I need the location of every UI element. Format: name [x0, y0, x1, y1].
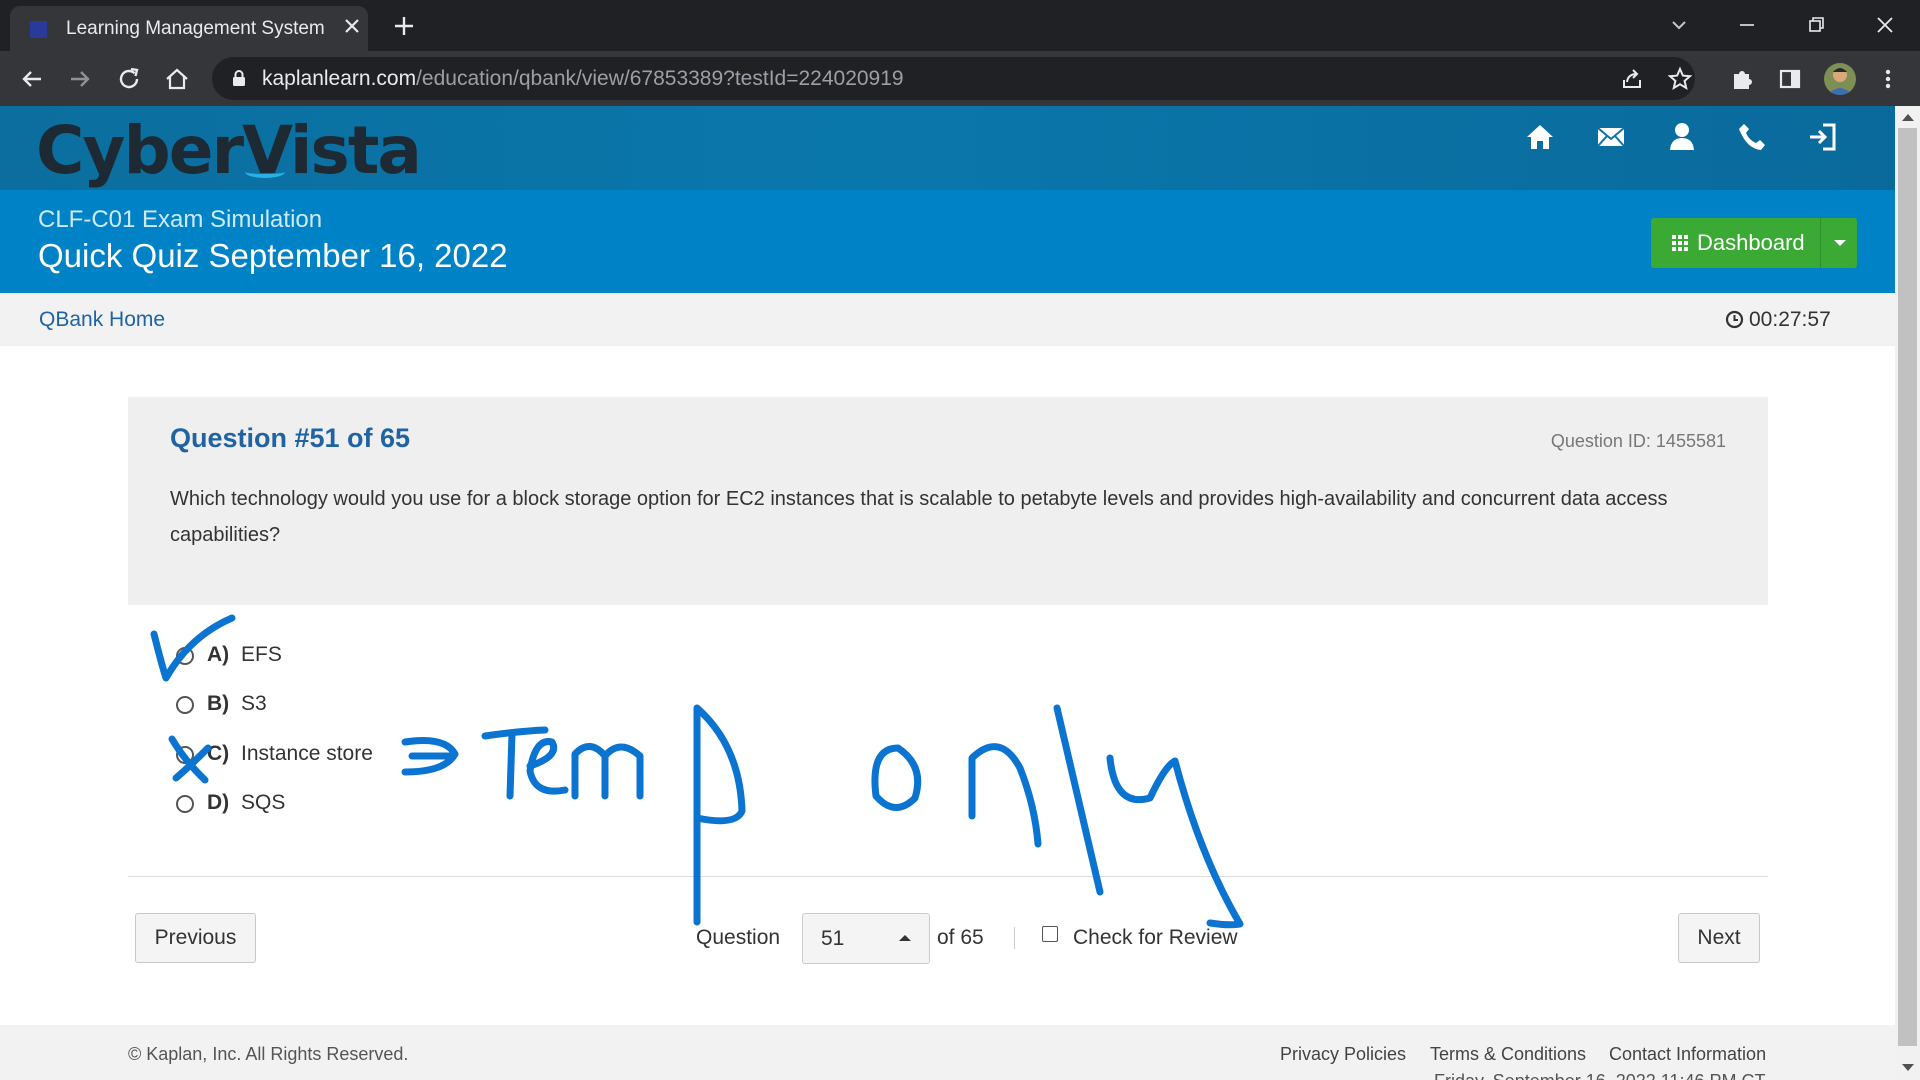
- footer-date: Friday, September 16, 2022 11:46 PM CT: [1434, 1071, 1766, 1080]
- review-checkbox[interactable]: [1042, 926, 1058, 942]
- mail-icon[interactable]: [1594, 120, 1628, 154]
- extensions-puzzle-icon[interactable]: [1727, 64, 1757, 94]
- letter-l-stroke: [1053, 704, 1104, 896]
- arrow-stroke: [401, 737, 459, 776]
- answer-letter: D): [207, 791, 230, 814]
- grid-icon: [1672, 235, 1688, 251]
- logo-swoosh-icon: [245, 166, 285, 178]
- section-divider: [128, 876, 1768, 877]
- letter-t-stroke: [481, 726, 549, 800]
- forward-arrow-icon[interactable]: [65, 64, 95, 94]
- copyright-text: © Kaplan, Inc. All Rights Reserved.: [128, 1044, 409, 1064]
- tab-title: Learning Management System: [66, 18, 325, 39]
- radio-button[interactable]: [176, 746, 194, 764]
- user-icon[interactable]: [1665, 120, 1699, 154]
- radio-button[interactable]: [176, 647, 194, 665]
- letter-e-stroke: [526, 738, 569, 795]
- tab-search-icon[interactable]: [1662, 8, 1696, 42]
- home-browser-icon[interactable]: [162, 64, 192, 94]
- clock-icon: [1725, 310, 1744, 329]
- profile-avatar[interactable]: [1824, 63, 1856, 95]
- reload-icon[interactable]: [114, 64, 144, 94]
- lock-icon[interactable]: [229, 68, 249, 88]
- site-favicon-icon: [30, 21, 47, 38]
- answer-letter: A): [207, 643, 230, 666]
- url-path: /education/qbank/view/67853389?testId=22…: [416, 67, 904, 90]
- caret-up-icon: [899, 935, 911, 941]
- answer-text: EFS: [241, 643, 282, 666]
- new-tab-icon[interactable]: [390, 12, 418, 40]
- privacy-policies-link[interactable]: Privacy Policies: [1280, 1044, 1406, 1065]
- home-icon[interactable]: [1523, 120, 1557, 154]
- qbank-home-link[interactable]: QBank Home: [39, 308, 165, 332]
- terms-conditions-link[interactable]: Terms & Conditions: [1430, 1044, 1586, 1065]
- answer-letter: B): [207, 692, 230, 715]
- breadcrumb: QBank Home 00:27:57: [0, 293, 1895, 346]
- browser-tab[interactable]: Learning Management System: [10, 6, 368, 51]
- letter-m-stroke: [571, 743, 644, 800]
- review-label[interactable]: Check for Review: [1073, 926, 1238, 950]
- url-host: kaplanlearn.com: [262, 67, 417, 90]
- nav-separator: [1014, 927, 1015, 949]
- close-window-icon[interactable]: [1868, 8, 1902, 42]
- question-panel: Question #51 of 65 Question ID: 1455581 …: [128, 397, 1768, 605]
- letter-o-stroke: [871, 744, 922, 811]
- question-total: of 65: [937, 926, 984, 949]
- letter-y-stroke: [1106, 754, 1244, 929]
- question-nav-label: Question: [696, 926, 781, 949]
- scroll-down-arrow-icon[interactable]: [1902, 1064, 1914, 1071]
- question-select[interactable]: 51: [802, 913, 930, 964]
- browser-menu-icon[interactable]: [1873, 64, 1903, 94]
- cybervista-logo[interactable]: CyberVista: [36, 112, 422, 189]
- answer-text: SQS: [241, 791, 286, 814]
- radio-button[interactable]: [176, 696, 194, 714]
- question-id: Question ID: 1455581: [1550, 431, 1726, 451]
- brand-header: CyberVista: [0, 106, 1895, 190]
- dashboard-label: Dashboard: [1697, 230, 1805, 255]
- letter-p-stroke: [693, 704, 746, 926]
- question-heading: Question #51 of 65: [170, 423, 411, 453]
- sign-out-icon[interactable]: [1805, 120, 1839, 154]
- scroll-up-arrow-icon[interactable]: [1902, 114, 1914, 121]
- radio-button[interactable]: [176, 795, 194, 813]
- question-select-value: 51: [821, 927, 845, 950]
- contact-information-link[interactable]: Contact Information: [1609, 1044, 1766, 1065]
- page-viewport: CyberVista CLF-C01 Exam Simulation Quick…: [0, 106, 1895, 1080]
- answer-text: S3: [241, 692, 267, 715]
- share-icon[interactable]: [1617, 64, 1647, 94]
- question-text: Which technology would you use for a blo…: [170, 488, 1668, 546]
- address-bar[interactable]: kaplanlearn.com/education/qbank/view/678…: [212, 57, 1695, 100]
- url-text: kaplanlearn.com/education/qbank/view/678…: [262, 67, 904, 91]
- answer-letter: C): [207, 742, 230, 765]
- exam-name: CLF-C01 Exam Simulation: [38, 206, 323, 233]
- browser-toolbar: kaplanlearn.com/education/qbank/view/678…: [0, 51, 1920, 106]
- minimize-icon[interactable]: [1730, 8, 1764, 42]
- quiz-title: Quick Quiz September 16, 2022: [38, 237, 508, 274]
- close-tab-icon[interactable]: [340, 14, 364, 38]
- next-button[interactable]: Next: [1678, 913, 1760, 963]
- phone-icon[interactable]: [1735, 120, 1769, 154]
- browser-tab-bar: Learning Management System: [0, 0, 1920, 51]
- answer-text: Instance store: [241, 742, 373, 765]
- restore-icon[interactable]: [1799, 8, 1833, 42]
- footer: © Kaplan, Inc. All Rights Reserved. Priv…: [0, 1025, 1895, 1080]
- previous-button[interactable]: Previous: [135, 913, 256, 963]
- caret-down-icon[interactable]: [1834, 240, 1846, 246]
- side-panel-icon[interactable]: [1775, 64, 1805, 94]
- page-scrollbar[interactable]: [1895, 106, 1920, 1080]
- bookmark-star-icon[interactable]: [1665, 64, 1695, 94]
- timer-value: 00:27:57: [1749, 308, 1831, 331]
- scroll-thumb[interactable]: [1898, 128, 1917, 1046]
- dashboard-button[interactable]: Dashboard: [1651, 218, 1857, 268]
- timer: 00:27:57: [1725, 308, 1831, 332]
- exam-subheader: CLF-C01 Exam Simulation Quick Quiz Septe…: [0, 190, 1895, 293]
- letter-n-stroke: [968, 743, 1042, 848]
- profile-photo-icon: [1828, 68, 1852, 95]
- dashboard-divider: [1820, 218, 1821, 268]
- back-arrow-icon[interactable]: [17, 64, 47, 94]
